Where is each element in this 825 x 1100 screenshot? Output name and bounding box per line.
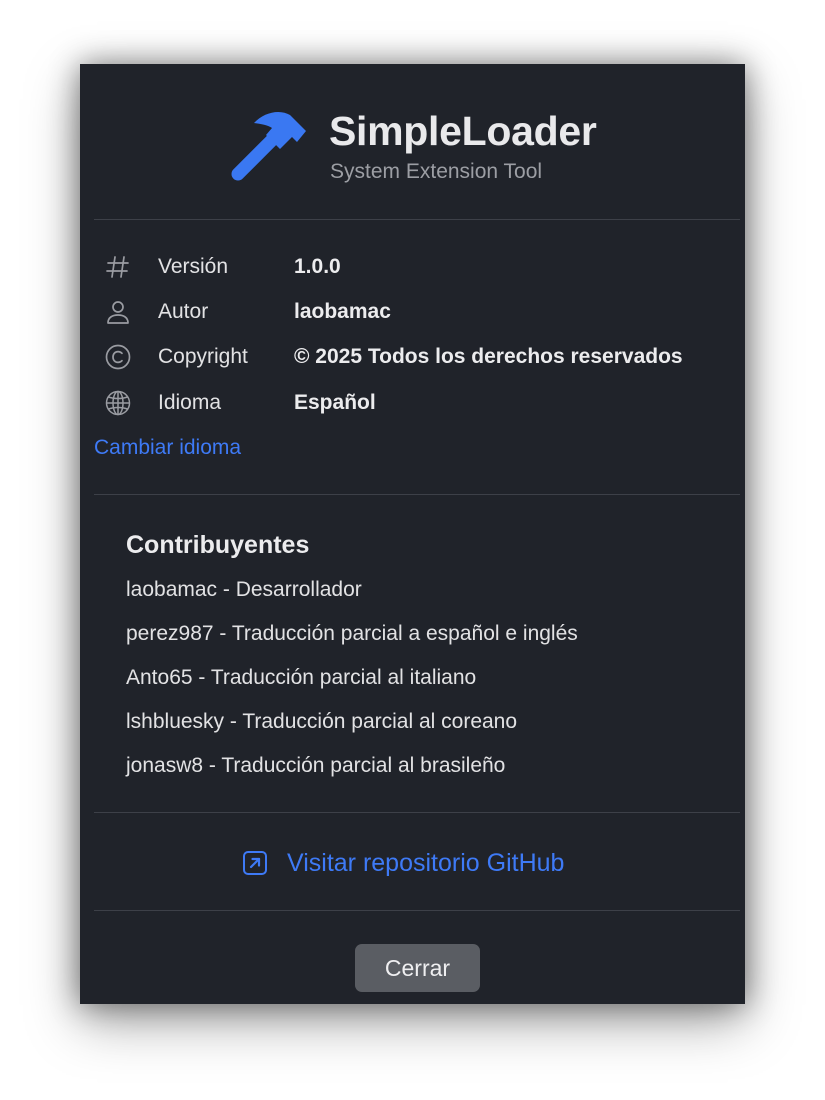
divider xyxy=(94,494,740,495)
info-row-language: Idioma Español xyxy=(94,385,734,421)
globe-icon xyxy=(105,390,131,416)
app-subtitle: System Extension Tool xyxy=(330,160,543,183)
divider xyxy=(94,219,740,220)
contributor-item: perez987 - Traducción parcial a español … xyxy=(126,622,578,645)
external-link-icon xyxy=(243,851,267,875)
contributor-item: lshbluesky - Traducción parcial al corea… xyxy=(126,710,518,733)
change-language-link[interactable]: Cambiar idioma xyxy=(94,435,241,461)
person-icon xyxy=(107,301,129,324)
about-window: SimpleLoader System Extension Tool Versi… xyxy=(80,64,745,1004)
divider xyxy=(94,910,740,911)
hash-icon xyxy=(106,256,129,278)
divider xyxy=(94,812,740,813)
contributors-title: Contribuyentes xyxy=(126,531,310,559)
author-value: laobamac xyxy=(294,300,391,323)
app-title: SimpleLoader xyxy=(329,108,597,154)
contributor-item: laobamac - Desarrollador xyxy=(126,578,362,601)
contributor-item: Anto65 - Traducción parcial al italiano xyxy=(126,666,477,689)
hammer-icon xyxy=(231,111,306,181)
info-label: Versión xyxy=(158,255,229,278)
info-label: Idioma xyxy=(158,391,222,414)
info-label: Autor xyxy=(158,300,209,323)
language-value: Español xyxy=(294,391,376,414)
info-row-version: Versión 1.0.0 xyxy=(94,249,734,285)
version-value: 1.0.0 xyxy=(294,255,341,278)
copyright-icon xyxy=(105,344,131,370)
github-link-label[interactable]: Visitar repositorio GitHub xyxy=(287,848,564,878)
app-header: SimpleLoader System Extension Tool xyxy=(80,64,745,220)
copyright-value: © 2025 Todos los derechos reservados xyxy=(294,345,683,368)
info-row-author: Autor laobamac xyxy=(94,294,734,330)
info-row-copyright: Copyright © 2025 Todos los derechos rese… xyxy=(94,339,734,375)
contributor-item: jonasw8 - Traducción parcial al brasileñ… xyxy=(126,754,506,777)
info-label: Copyright xyxy=(158,345,248,368)
close-button[interactable]: Cerrar xyxy=(355,944,480,992)
